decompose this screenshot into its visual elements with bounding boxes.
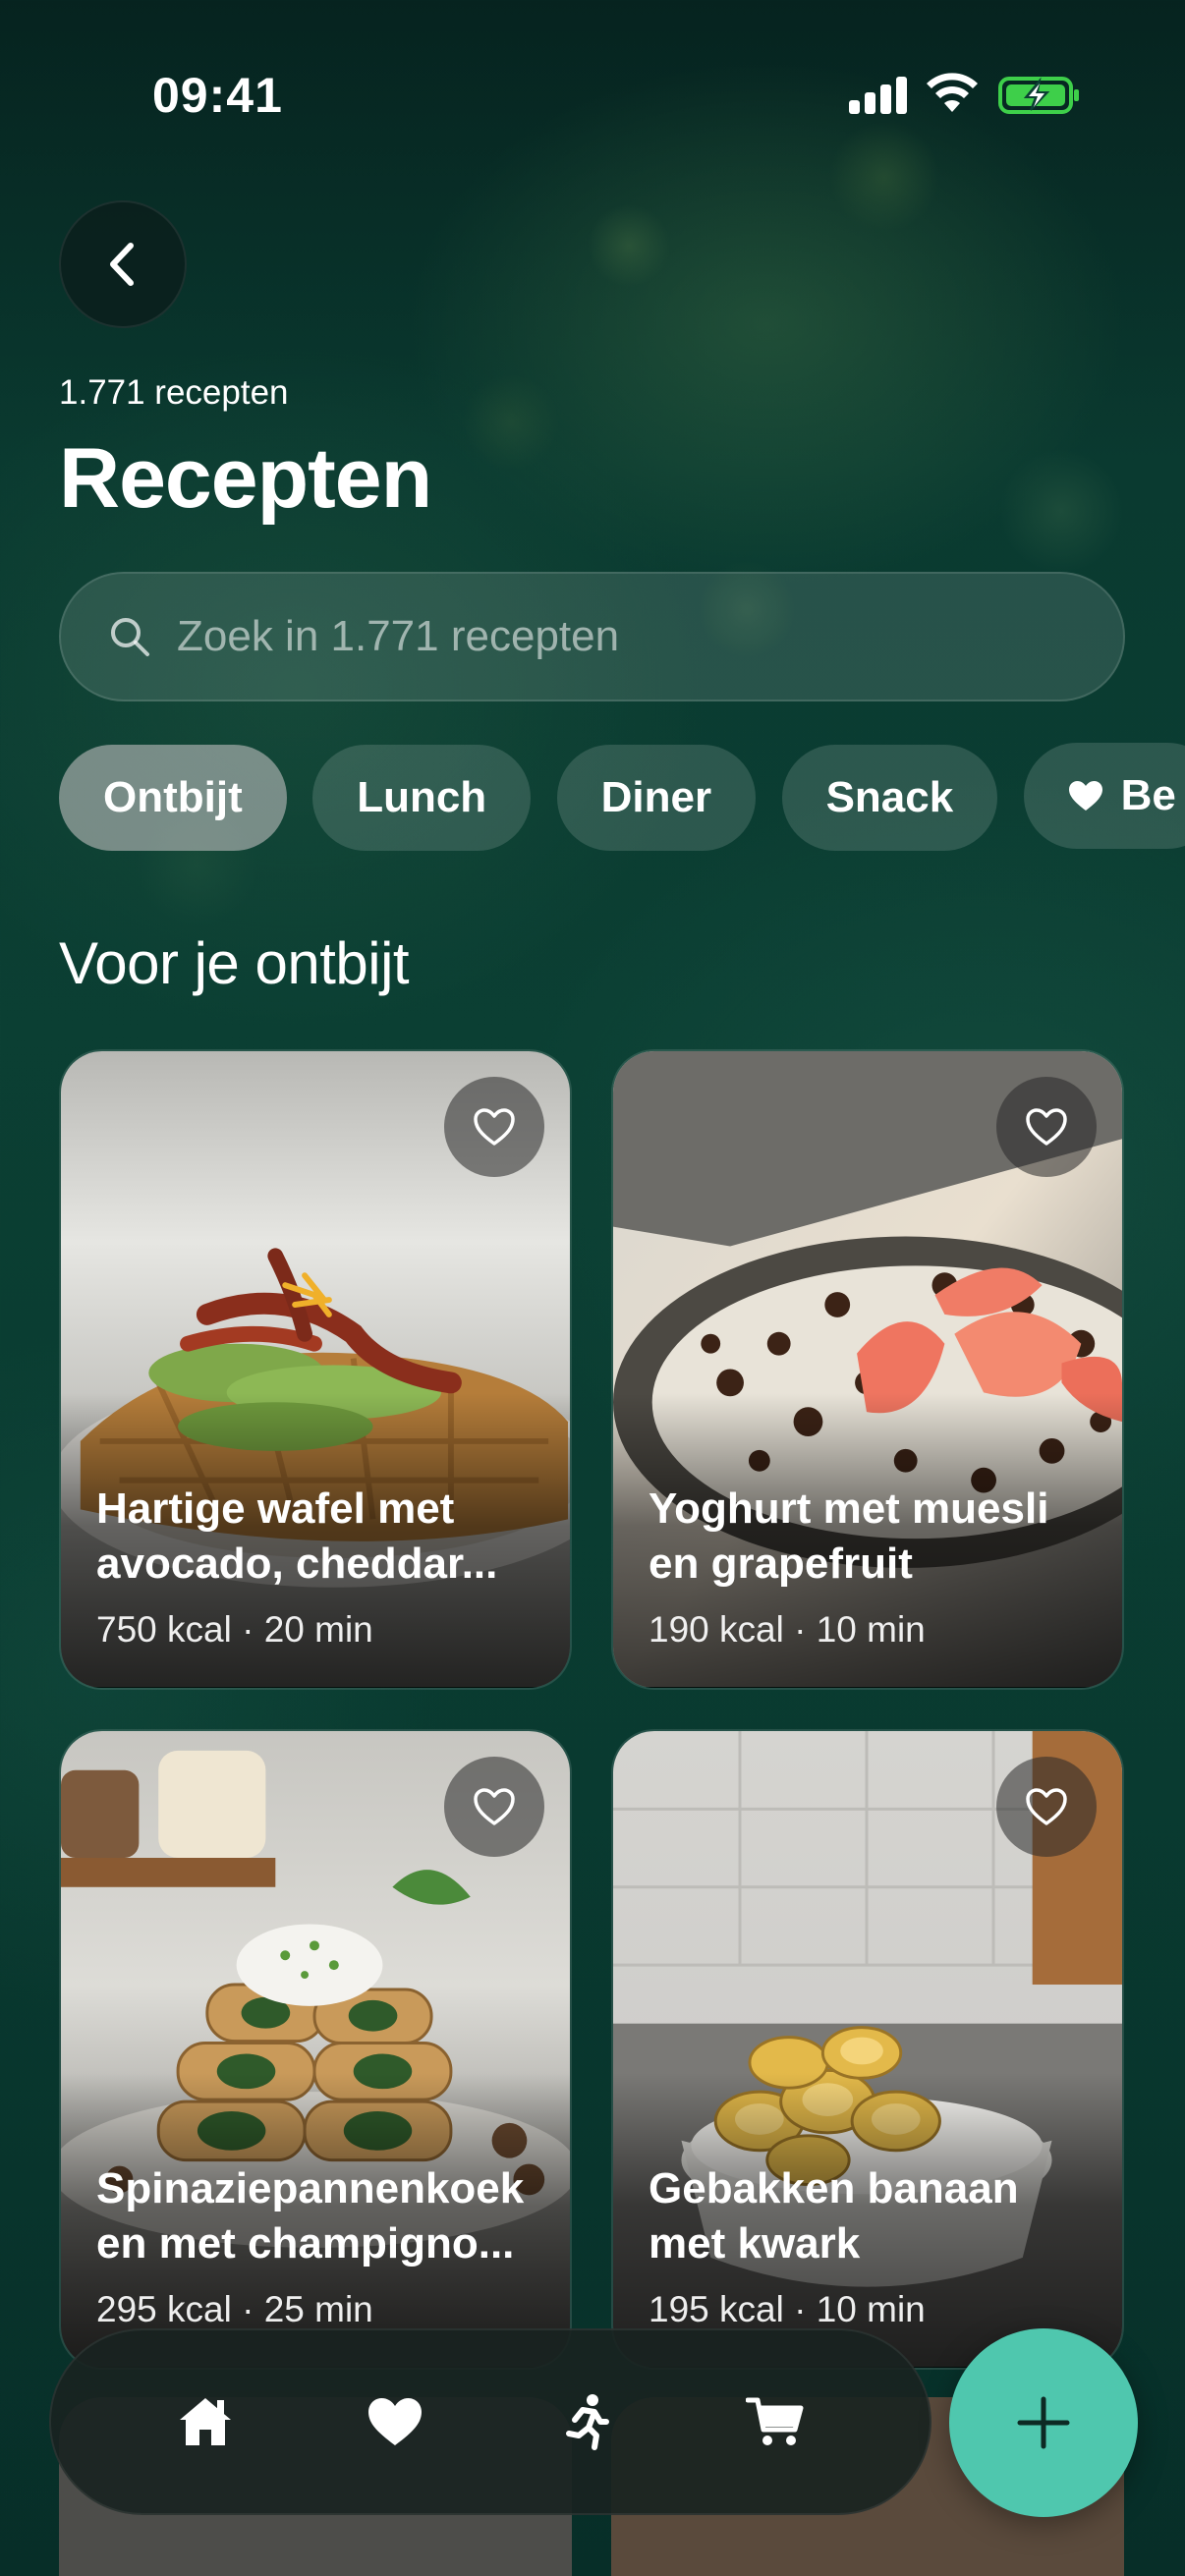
heart-outline-icon — [1026, 1788, 1067, 1825]
search-bar[interactable] — [59, 572, 1125, 701]
recipe-card[interactable]: Hartige wafel met avocado, cheddar... 75… — [59, 1049, 572, 1690]
search-icon — [111, 618, 149, 656]
home-icon — [179, 2398, 231, 2445]
heart-outline-icon — [474, 1788, 515, 1825]
add-button[interactable] — [949, 2328, 1138, 2517]
chip-label: Diner — [600, 773, 712, 821]
chip-diner[interactable]: Diner — [556, 745, 757, 851]
recipe-card[interactable]: Spinaziepannenkoek en met champigno... 2… — [59, 1729, 572, 2370]
status-bar: 09:41 — [0, 0, 1185, 187]
search-input[interactable] — [177, 612, 1061, 661]
recipe-meta: 195 kcal · 10 min — [649, 2289, 926, 2329]
tab-shopping[interactable] — [721, 2368, 829, 2476]
favorite-button[interactable] — [444, 1757, 544, 1857]
heart-icon — [1068, 781, 1102, 811]
recipe-count: 1.771 recepten — [59, 373, 289, 412]
tab-home[interactable] — [151, 2368, 259, 2476]
heart-outline-icon — [474, 1108, 515, 1146]
chip-label: Be — [1120, 771, 1176, 819]
recipe-card[interactable]: Yoghurt met muesli en grapefruit 190 kca… — [611, 1049, 1124, 1690]
favorite-button[interactable] — [996, 1077, 1097, 1177]
bottom-tab-bar — [49, 2328, 931, 2515]
cart-icon — [746, 2397, 804, 2445]
chip-label: Lunch — [357, 773, 487, 821]
chip-label: Ontbijt — [103, 773, 243, 821]
category-chips: Ontbijt Lunch Diner Snack Be — [59, 743, 1185, 851]
recipe-meta: 750 kcal · 20 min — [96, 1609, 373, 1650]
recipe-name: Spinaziepannenkoek en met champigno... — [96, 2164, 525, 2268]
battery-charging-icon — [998, 77, 1079, 114]
recipe-meta: 295 kcal · 25 min — [96, 2289, 373, 2329]
cellular-signal-icon — [849, 77, 908, 114]
chip-snack[interactable]: Snack — [781, 745, 998, 851]
recipe-name: Hartige wafel met avocado, cheddar... — [96, 1484, 498, 1588]
recipe-card[interactable]: Gebakken banaan met kwark 195 kcal · 10 … — [611, 1729, 1124, 2370]
wifi-icon — [927, 73, 978, 112]
running-icon — [565, 2394, 609, 2450]
recipe-name: Yoghurt met muesli en grapefruit — [649, 1484, 1049, 1588]
page-title: Recepten — [59, 431, 432, 526]
favorite-button[interactable] — [996, 1757, 1097, 1857]
plus-icon — [1017, 2396, 1070, 2449]
chip-ontbijt[interactable]: Ontbijt — [59, 745, 287, 851]
status-time: 09:41 — [152, 68, 283, 123]
heart-outline-icon — [1026, 1108, 1067, 1146]
chevron-left-icon — [110, 243, 134, 286]
tab-activity[interactable] — [532, 2368, 640, 2476]
recipe-meta: 190 kcal · 10 min — [649, 1609, 926, 1650]
favorite-button[interactable] — [444, 1077, 544, 1177]
heart-icon — [368, 2398, 423, 2445]
chip-label: Snack — [825, 773, 954, 821]
back-button[interactable] — [59, 200, 187, 328]
chip-favorites[interactable]: Be — [1023, 743, 1185, 849]
chip-lunch[interactable]: Lunch — [312, 745, 532, 851]
section-title: Voor je ontbijt — [59, 930, 410, 996]
recipe-name: Gebakken banaan met kwark — [649, 2164, 1019, 2268]
tab-favorites[interactable] — [341, 2368, 449, 2476]
